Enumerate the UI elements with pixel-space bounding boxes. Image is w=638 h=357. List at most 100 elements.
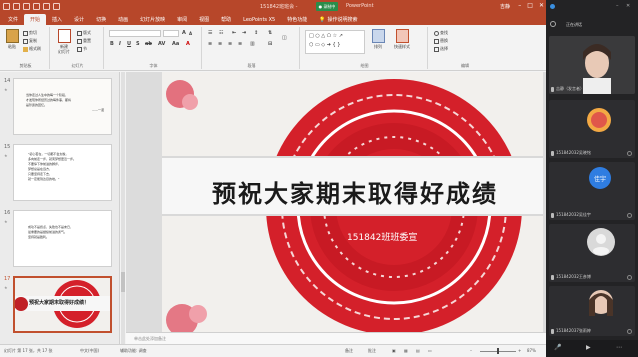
present-icon[interactable]	[43, 3, 50, 10]
redo-icon[interactable]	[33, 3, 40, 10]
tab-design[interactable]: 设计	[68, 14, 90, 25]
tab-transitions[interactable]: 切换	[90, 14, 112, 25]
shapes-gallery[interactable]: □ ○ △ ⬠ ☆ ↗ ⬡ ▭ ◇ ➔ { }	[305, 30, 365, 54]
slide-thumbnail-selected[interactable]: 预祝大家期末取得好成绩！	[13, 276, 112, 333]
section-button[interactable]: 节	[77, 46, 87, 52]
participant-video[interactable]: 151842037张雨婷	[549, 286, 635, 336]
spacing-icon[interactable]: AV	[158, 41, 165, 47]
paste-button[interactable]: 粘贴	[3, 29, 21, 50]
change-case-icon[interactable]: Aa	[172, 41, 179, 47]
slide-thumbnail[interactable]: "初心若在，一切都不会太晚， 多向前走一步，就离梦想更近一步。 不要停下你前进的…	[13, 144, 112, 201]
zoom-in-icon[interactable]: +	[518, 348, 521, 353]
zoom-out-icon[interactable]: –	[470, 348, 472, 353]
numbering-icon[interactable]: ☷	[219, 30, 223, 36]
tab-slideshow[interactable]: 幻灯片放映	[134, 14, 171, 25]
line-spacing-icon[interactable]: ↕	[254, 30, 258, 36]
undo-icon[interactable]	[23, 3, 30, 10]
replace-button[interactable]: 替换	[434, 38, 448, 44]
quick-styles-button[interactable]: 快速样式	[390, 29, 414, 50]
shadow-icon[interactable]: S	[136, 41, 140, 47]
copy-button[interactable]: 复制	[23, 38, 37, 44]
bullets-icon[interactable]: ☰	[208, 30, 212, 36]
tell-me-search[interactable]: 💡 操作说明搜索	[313, 14, 363, 25]
close-icon[interactable]: ✕	[539, 2, 544, 9]
tab-review[interactable]: 审阅	[171, 14, 193, 25]
columns-icon[interactable]: ▥	[250, 41, 255, 47]
format-painter-button[interactable]: 格式刷	[23, 46, 41, 52]
recording-badge[interactable]: ● 录制中	[316, 2, 338, 11]
find-button[interactable]: 查找	[434, 30, 448, 36]
slide-subtitle[interactable]: 151842班班委宣	[347, 230, 417, 243]
text-direction-icon[interactable]: ⇅	[268, 30, 272, 36]
account-name[interactable]: 吉静	[500, 3, 510, 10]
decrease-indent-icon[interactable]: ⇤	[232, 30, 236, 36]
customize-icon[interactable]	[53, 3, 60, 10]
align-right-icon[interactable]: ≡	[228, 41, 232, 47]
font-size-select[interactable]	[163, 30, 179, 37]
increase-indent-icon[interactable]: ⇥	[242, 30, 246, 36]
mic-toggle-icon[interactable]: 🎤	[554, 344, 561, 351]
smartart-icon[interactable]: ◫	[282, 35, 287, 41]
align-text-icon[interactable]: ⊟	[268, 41, 272, 47]
tab-help[interactable]: 帮助	[215, 14, 237, 25]
comments-toggle[interactable]: 批注	[368, 348, 376, 354]
arrange-button[interactable]: 排列	[368, 29, 388, 50]
underline-icon[interactable]: U	[127, 41, 131, 47]
language-indicator[interactable]: 中文(中国)	[80, 348, 99, 354]
tab-insert[interactable]: 插入	[46, 14, 68, 25]
font-color-icon[interactable]: A	[186, 41, 190, 47]
strikethrough-icon[interactable]: ab	[145, 41, 152, 47]
slide-thumbnail[interactable]: 成功不是终点，失败也不是末日， 最重要的是继续前进的勇气。 坚持就是胜利。	[13, 210, 112, 267]
italic-icon[interactable]: I	[119, 41, 121, 47]
current-slide[interactable]: 预祝大家期末取得好成绩 151842班班委宣	[162, 72, 543, 332]
slide-sorter-icon[interactable]: ▦	[404, 348, 408, 353]
scrollbar-thumb[interactable]	[121, 272, 125, 292]
more-icon[interactable]	[627, 275, 632, 280]
cut-button[interactable]: 剪切	[23, 30, 37, 36]
slide-thumbnail[interactable]: 当你走过人生中的每一个阶段， 才发现你所经历过的每件事，都将 是珍贵的回忆。 —…	[13, 78, 112, 135]
panel-close-icon[interactable]: ✕	[626, 3, 630, 9]
slide-title[interactable]: 预祝大家期末取得好成绩	[212, 174, 543, 209]
more-icon[interactable]	[627, 213, 632, 218]
participant-video[interactable]: 佳宇 151842032吴佳宇	[549, 162, 635, 220]
tab-leopoints[interactable]: LeoPoints X5	[237, 14, 281, 25]
grow-font-icon[interactable]: A	[182, 30, 186, 36]
participant-video-speaker[interactable]: 吉静（发言者）	[549, 36, 635, 94]
layout-button[interactable]: 版式	[77, 30, 91, 36]
maximize-icon[interactable]: □	[527, 2, 533, 9]
camera-toggle-icon[interactable]: ▶	[586, 344, 591, 351]
notes-toggle[interactable]: 备注	[345, 348, 353, 354]
tab-file[interactable]: 文件	[2, 14, 24, 25]
more-icon[interactable]	[627, 151, 632, 156]
autosave-icon[interactable]	[3, 3, 10, 10]
align-left-icon[interactable]: ≡	[208, 41, 212, 47]
reset-button[interactable]: 重置	[77, 38, 91, 44]
new-slide-button[interactable]: 新建 幻灯片	[54, 29, 74, 54]
participant-video[interactable]: 151842032吴晓铭	[549, 100, 635, 158]
accessibility-indicator[interactable]: 辅助功能: 调查	[120, 348, 147, 354]
participant-video[interactable]: 151842032王彦博	[549, 224, 635, 282]
bold-icon[interactable]: B	[110, 41, 114, 47]
tab-features[interactable]: 特色功能	[281, 14, 313, 25]
panel-minimize-icon[interactable]: –	[616, 3, 619, 9]
slideshow-view-icon[interactable]: ▭	[428, 348, 432, 353]
save-icon[interactable]	[13, 3, 20, 10]
align-center-icon[interactable]: ≡	[218, 41, 222, 47]
tab-animations[interactable]: 动画	[112, 14, 134, 25]
tab-home[interactable]: 开始	[24, 14, 47, 25]
font-family-select[interactable]	[109, 30, 161, 37]
tab-view[interactable]: 视图	[193, 14, 215, 25]
normal-view-icon[interactable]: ▣	[392, 348, 396, 353]
zoom-level[interactable]: 87%	[527, 348, 536, 353]
quick-styles-icon	[395, 29, 409, 43]
thumbnail-scrollbar[interactable]	[121, 72, 125, 344]
shrink-font-icon[interactable]: A	[189, 31, 192, 36]
notes-pane[interactable]: 单击此处添加备注	[126, 332, 546, 344]
minimize-icon[interactable]: –	[518, 2, 521, 9]
zoom-slider-handle[interactable]	[497, 348, 499, 354]
more-icon[interactable]	[627, 329, 632, 334]
reading-view-icon[interactable]: ▤	[416, 348, 420, 353]
more-options-icon[interactable]: ⋯	[616, 344, 622, 351]
justify-icon[interactable]: ≡	[238, 41, 242, 47]
select-button[interactable]: 选择	[434, 46, 448, 52]
